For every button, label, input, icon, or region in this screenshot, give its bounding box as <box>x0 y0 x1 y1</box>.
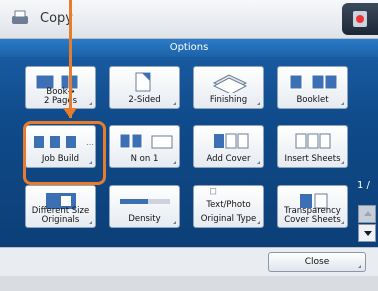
tile-original-type[interactable]: Text/Photo Original Type <box>193 185 264 228</box>
close-button[interactable]: Close <box>268 252 366 272</box>
original-type-icon <box>210 188 217 195</box>
expand-icon <box>341 161 344 164</box>
tile-label: Original Type <box>200 214 257 224</box>
paper-icon <box>353 11 367 27</box>
tile-book-2-pages[interactable]: Book→ 2 Pages <box>25 66 96 109</box>
expand-icon <box>358 265 361 268</box>
expand-icon <box>89 102 92 105</box>
density-icon <box>120 199 170 204</box>
two-sided-icon <box>135 72 151 92</box>
scroll-down-button[interactable] <box>358 224 376 242</box>
title-bar: Copy <box>0 0 378 39</box>
tile-finishing[interactable]: Finishing <box>193 66 264 109</box>
status-button[interactable] <box>342 3 378 35</box>
expand-icon <box>341 102 344 105</box>
insert-sheets-icon <box>295 133 331 149</box>
tile-insert-sheets[interactable]: Insert Sheets <box>277 125 348 168</box>
n-on-1-icon <box>119 133 173 149</box>
tile-label: Insert Sheets <box>284 154 341 164</box>
tile-different-size-originals[interactable]: Different Size Originals <box>25 185 96 228</box>
tile-transparency-cover-sheets[interactable]: Transparency Cover Sheets <box>277 185 348 228</box>
tile-label: N on 1 <box>130 154 159 164</box>
options-header: Options <box>0 39 378 57</box>
tile-label: Different Size Originals <box>31 206 90 225</box>
close-label: Close <box>304 257 330 267</box>
tile-booklet[interactable]: Booklet <box>277 66 348 109</box>
tile-add-cover[interactable]: Add Cover <box>193 125 264 168</box>
expand-icon <box>257 161 260 164</box>
tile-label: Density <box>128 214 161 224</box>
tile-2-sided[interactable]: 2-Sided <box>109 66 180 109</box>
tile-density[interactable]: Density <box>109 185 180 228</box>
tile-label: Add Cover <box>206 154 251 164</box>
tile-label: Transparency Cover Sheets <box>284 206 341 225</box>
expand-icon <box>173 221 176 224</box>
tile-label: Finishing <box>209 95 248 105</box>
expand-icon <box>173 161 176 164</box>
add-cover-icon <box>214 133 249 149</box>
original-type-value: Text/Photo <box>206 200 251 210</box>
expand-icon <box>89 221 92 224</box>
expand-icon <box>341 221 344 224</box>
tile-label: Book→ 2 Pages <box>43 87 78 106</box>
expand-icon <box>257 102 260 105</box>
tile-n-on-1[interactable]: N on 1 <box>109 125 180 168</box>
tile-label: 2-Sided <box>128 95 161 105</box>
pointer-arrow-line <box>69 0 72 118</box>
page-indicator: 1 / <box>357 180 370 191</box>
scroll-up-button[interactable] <box>358 205 376 223</box>
expand-icon <box>257 221 260 224</box>
expand-icon <box>173 102 176 105</box>
tile-label: Booklet <box>296 95 329 105</box>
booklet-icon <box>289 74 338 90</box>
finishing-icon <box>212 74 248 93</box>
pointer-arrow-head <box>63 108 77 118</box>
job-build-highlight <box>23 121 106 185</box>
copy-icon <box>12 10 28 24</box>
